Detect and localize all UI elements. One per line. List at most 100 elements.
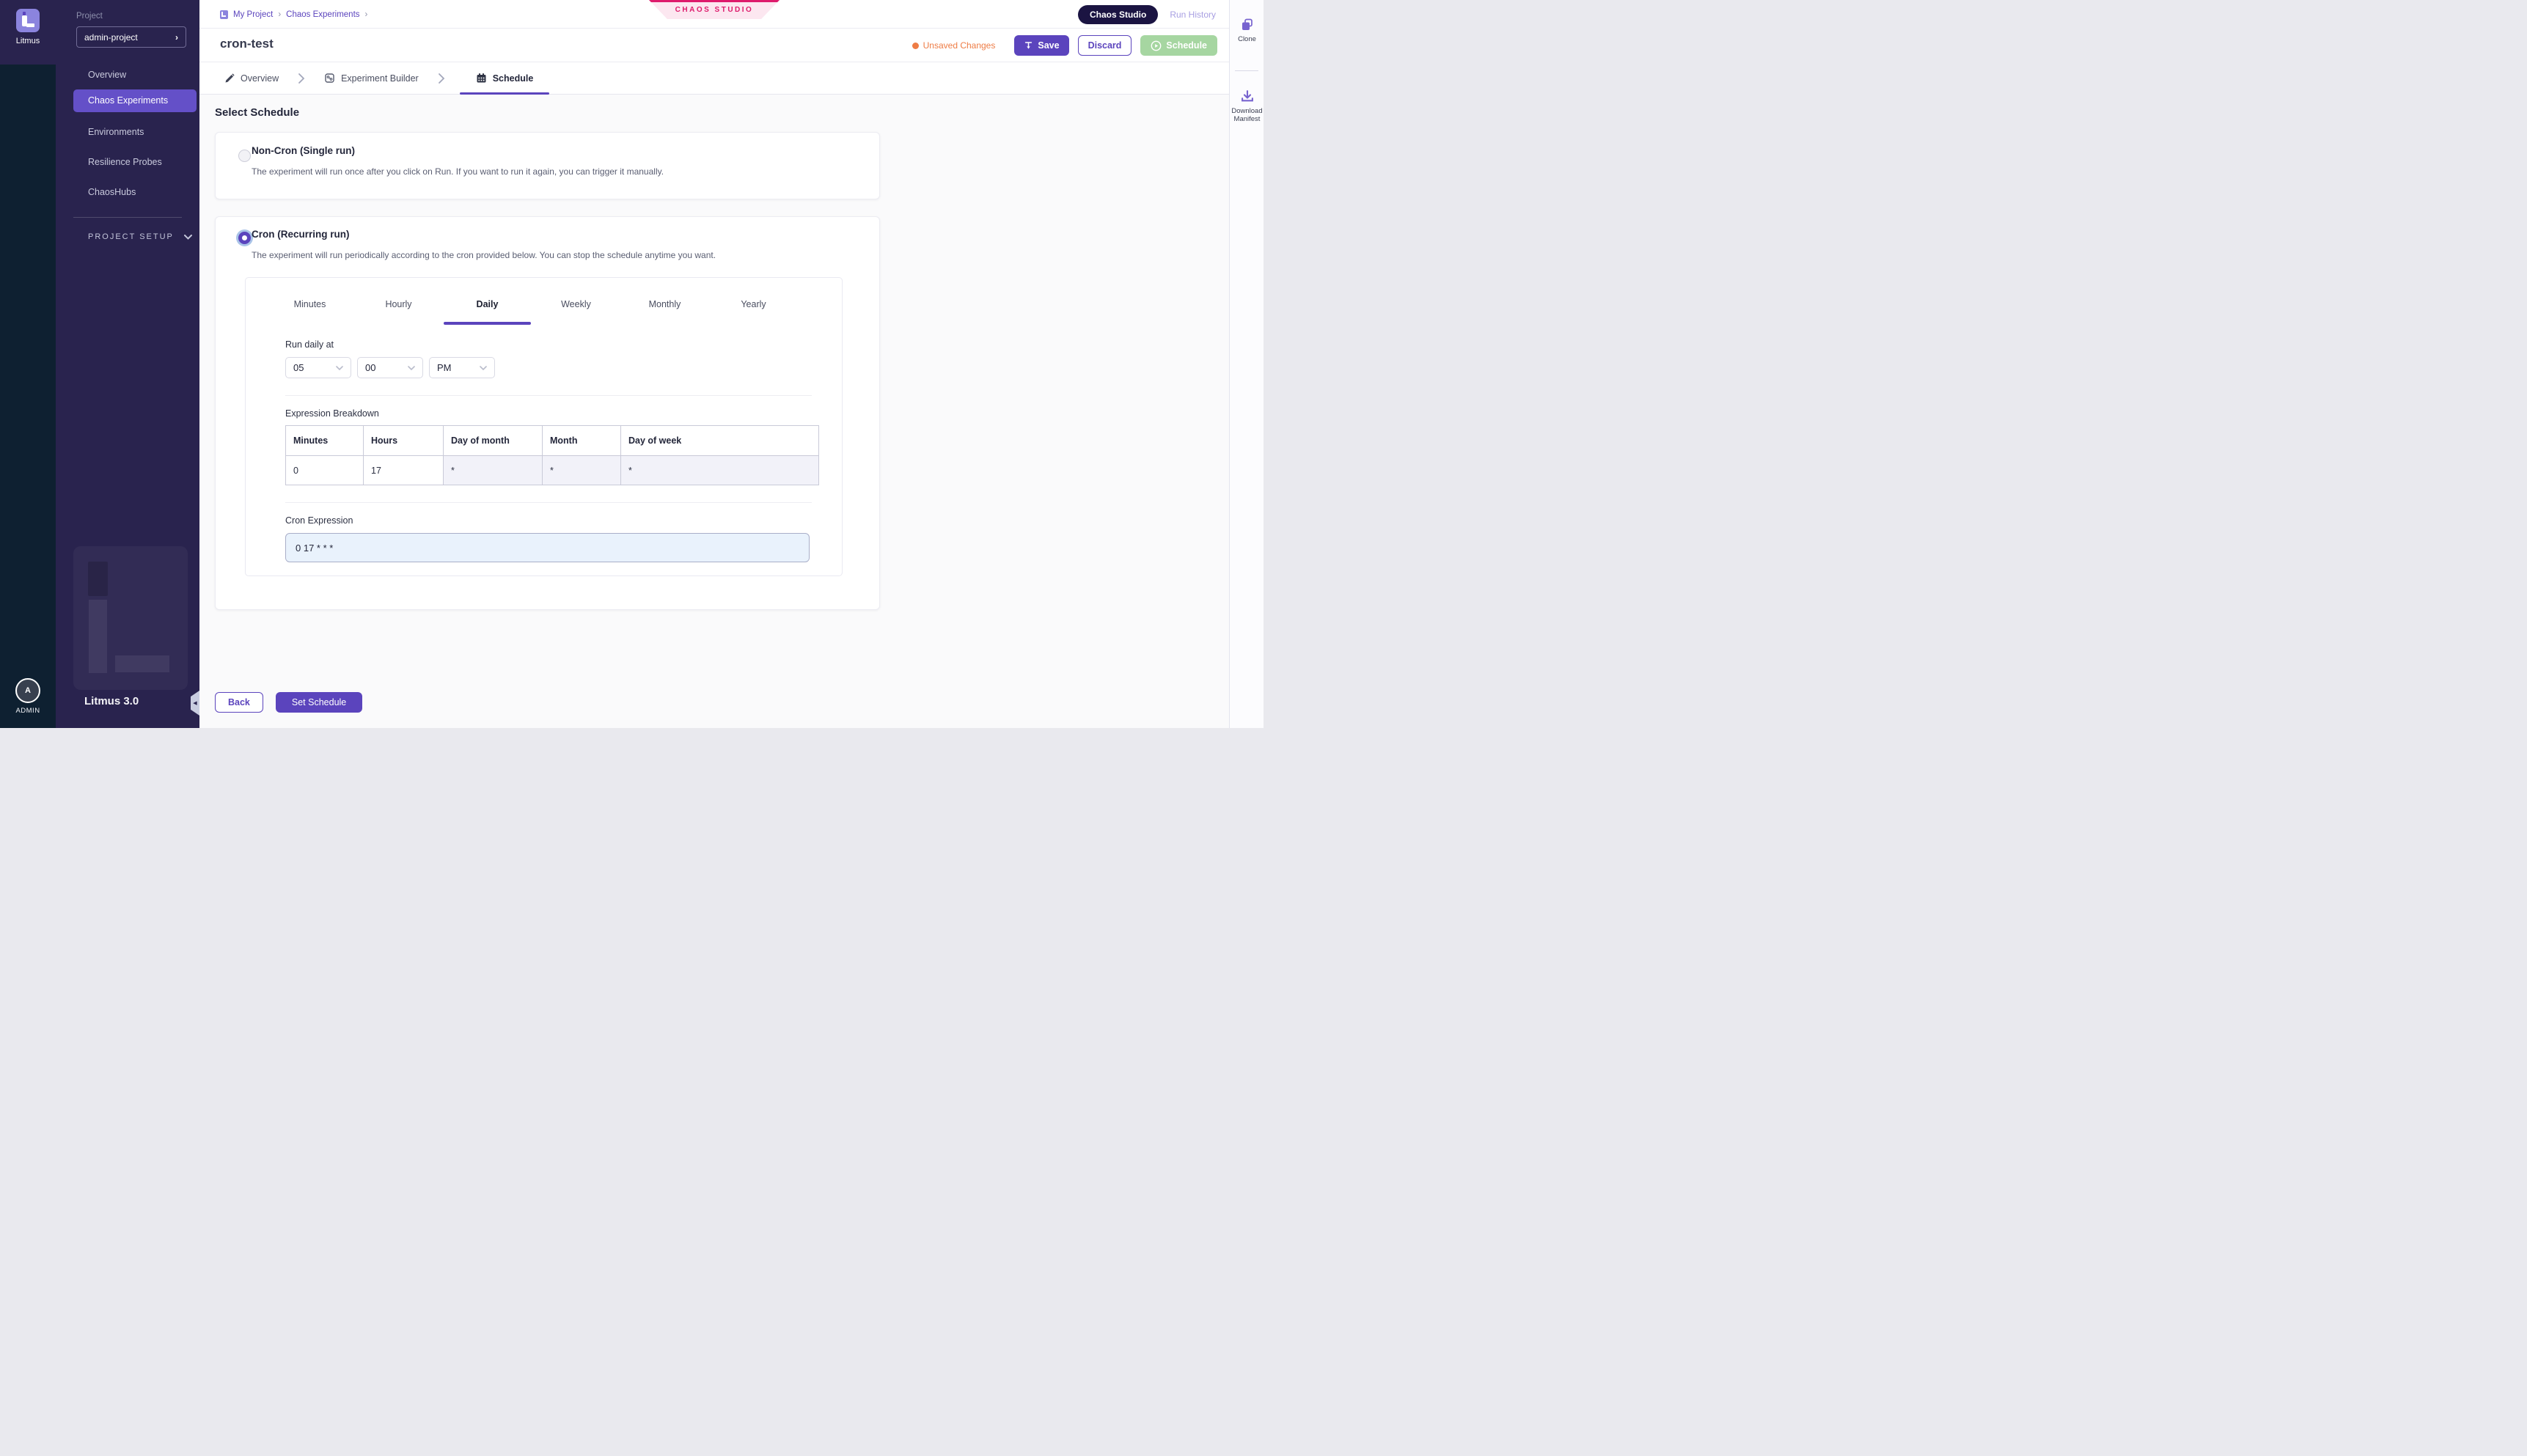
cron-title: Cron (Recurring run) (252, 229, 350, 240)
freq-tab-monthly[interactable]: Monthly (620, 284, 709, 325)
back-button[interactable]: Back (215, 692, 263, 713)
sidebar-item-chaoshubs[interactable]: ChaosHubs (73, 181, 197, 204)
top-header: My Project › Chaos Experiments › CHAOS S… (199, 0, 1229, 29)
logo-foot (26, 23, 34, 27)
non-cron-radio[interactable] (238, 150, 251, 162)
value-month: * (543, 456, 621, 485)
chevron-right-icon (283, 62, 320, 94)
schedule-button-label: Schedule (1166, 40, 1207, 51)
value-day-of-month: * (444, 456, 543, 485)
save-label: Save (1038, 40, 1059, 51)
col-month: Month (543, 426, 621, 456)
cron-radio[interactable] (238, 232, 251, 244)
play-circle-icon (1151, 40, 1162, 51)
cron-schedule-box: Minutes Hourly Daily Weekly Monthly Year… (245, 277, 843, 576)
chevron-down-icon (336, 366, 343, 370)
tab-experiment-builder[interactable]: Experiment Builder (320, 62, 423, 94)
breadcrumb: My Project › Chaos Experiments › (220, 0, 367, 29)
clone-button[interactable]: Clone (1230, 18, 1264, 44)
discard-button[interactable]: Discard (1078, 35, 1132, 56)
project-selector[interactable]: admin-project › (76, 26, 186, 48)
tab-schedule-label: Schedule (493, 73, 534, 84)
col-minutes: Minutes (286, 426, 364, 456)
project-label: Project (76, 12, 103, 21)
hour-select[interactable]: 05 (285, 357, 351, 378)
freq-tab-daily[interactable]: Daily (443, 284, 532, 325)
col-day-of-week: Day of week (621, 426, 819, 456)
breadcrumb-chaos-experiments[interactable]: Chaos Experiments (286, 10, 359, 19)
sidebar: Project admin-project › Overview Chaos E… (56, 0, 199, 728)
sidebar-item-environments[interactable]: Environments (73, 121, 197, 144)
non-cron-option-card[interactable]: Non-Cron (Single run) The experiment wil… (215, 132, 880, 199)
admin-avatar[interactable]: A (15, 678, 40, 703)
tab-schedule[interactable]: Schedule (460, 62, 550, 94)
chevron-down-icon (408, 366, 415, 370)
unsaved-changes-badge: Unsaved Changes (912, 40, 996, 51)
minute-value: 00 (365, 362, 375, 373)
litmus-logo-icon[interactable] (16, 9, 40, 32)
sidebar-item-chaos-experiments[interactable]: Chaos Experiments (73, 89, 197, 112)
breadcrumb-my-project[interactable]: My Project (233, 10, 273, 19)
download-label-line2: Manifest (1230, 116, 1264, 124)
sidebar-item-overview[interactable]: Overview (73, 64, 197, 87)
chevron-right-icon (423, 62, 460, 94)
meridiem-select[interactable]: PM (429, 357, 495, 378)
discard-label: Discard (1088, 40, 1122, 51)
tab-overview[interactable]: Overview (220, 62, 283, 94)
download-manifest-button[interactable]: Download Manifest (1230, 89, 1264, 124)
avatar-letter: A (25, 686, 31, 695)
schedule-content: Select Schedule Non-Cron (Single run) Th… (199, 95, 1229, 728)
time-selects: 05 00 PM (285, 357, 495, 378)
col-day-of-month: Day of month (444, 426, 543, 456)
set-schedule-label: Set Schedule (292, 697, 346, 707)
pin-icon (1024, 41, 1033, 51)
main-area: My Project › Chaos Experiments › CHAOS S… (199, 0, 1229, 728)
watermark-stem (89, 600, 107, 673)
footer-buttons: Back Set Schedule (215, 692, 362, 713)
run-history-toggle[interactable]: Run History (1170, 10, 1216, 20)
unsaved-label: Unsaved Changes (923, 40, 996, 51)
cron-option-card: Cron (Recurring run) The experiment will… (215, 216, 880, 610)
chevron-down-icon (184, 235, 192, 240)
watermark-dot (88, 562, 108, 596)
chaos-studio-toggle[interactable]: Chaos Studio (1078, 5, 1158, 24)
breadcrumb-separator: › (278, 10, 281, 19)
frequency-tabs: Minutes Hourly Daily Weekly Monthly Year… (265, 284, 798, 325)
ribbon-label: CHAOS STUDIO (675, 6, 754, 14)
expression-breakdown-label: Expression Breakdown (285, 408, 379, 419)
freq-tab-minutes[interactable]: Minutes (265, 284, 354, 325)
freq-tab-hourly[interactable]: Hourly (354, 284, 443, 325)
divider (285, 502, 812, 503)
value-day-of-week: * (621, 456, 819, 485)
freq-tab-weekly[interactable]: Weekly (532, 284, 620, 325)
wizard-tabs: Overview Experiment Builder Schedule (199, 62, 1229, 95)
clone-icon (1240, 18, 1255, 32)
left-rail: Litmus A ADMIN (0, 0, 56, 728)
rail-divider (1235, 70, 1258, 71)
cron-expression-input[interactable] (285, 533, 810, 562)
save-button[interactable]: Save (1014, 35, 1068, 56)
table-header-row: Minutes Hours Day of month Month Day of … (286, 426, 819, 456)
sidebar-item-resilience-probes[interactable]: Resilience Probes (73, 151, 197, 174)
expression-breakdown-table: Minutes Hours Day of month Month Day of … (285, 425, 819, 485)
tab-experiment-builder-label: Experiment Builder (341, 73, 419, 84)
project-setup-toggle[interactable]: PROJECT SETUP (88, 232, 192, 241)
litmus-mini-logo-icon (220, 10, 228, 19)
cron-expression-label: Cron Expression (285, 515, 353, 526)
run-daily-at-label: Run daily at (285, 339, 334, 350)
non-cron-title: Non-Cron (Single run) (252, 145, 355, 156)
non-cron-description: The experiment will run once after you c… (252, 166, 664, 177)
pencil-icon (224, 73, 235, 84)
divider (285, 395, 812, 396)
freq-tab-yearly[interactable]: Yearly (709, 284, 798, 325)
title-row: cron-test Unsaved Changes Save Discard (199, 29, 1229, 62)
sidebar-divider (73, 217, 182, 218)
brand-name: Litmus (0, 37, 56, 45)
schedule-button[interactable]: Schedule (1140, 35, 1217, 56)
sidebar-collapse-handle[interactable]: ◀ (191, 691, 199, 716)
builder-icon (324, 73, 335, 84)
set-schedule-button[interactable]: Set Schedule (276, 692, 362, 713)
minute-select[interactable]: 00 (357, 357, 423, 378)
download-manifest-label: Download Manifest (1230, 108, 1264, 124)
version-label: Litmus 3.0 (84, 695, 139, 707)
